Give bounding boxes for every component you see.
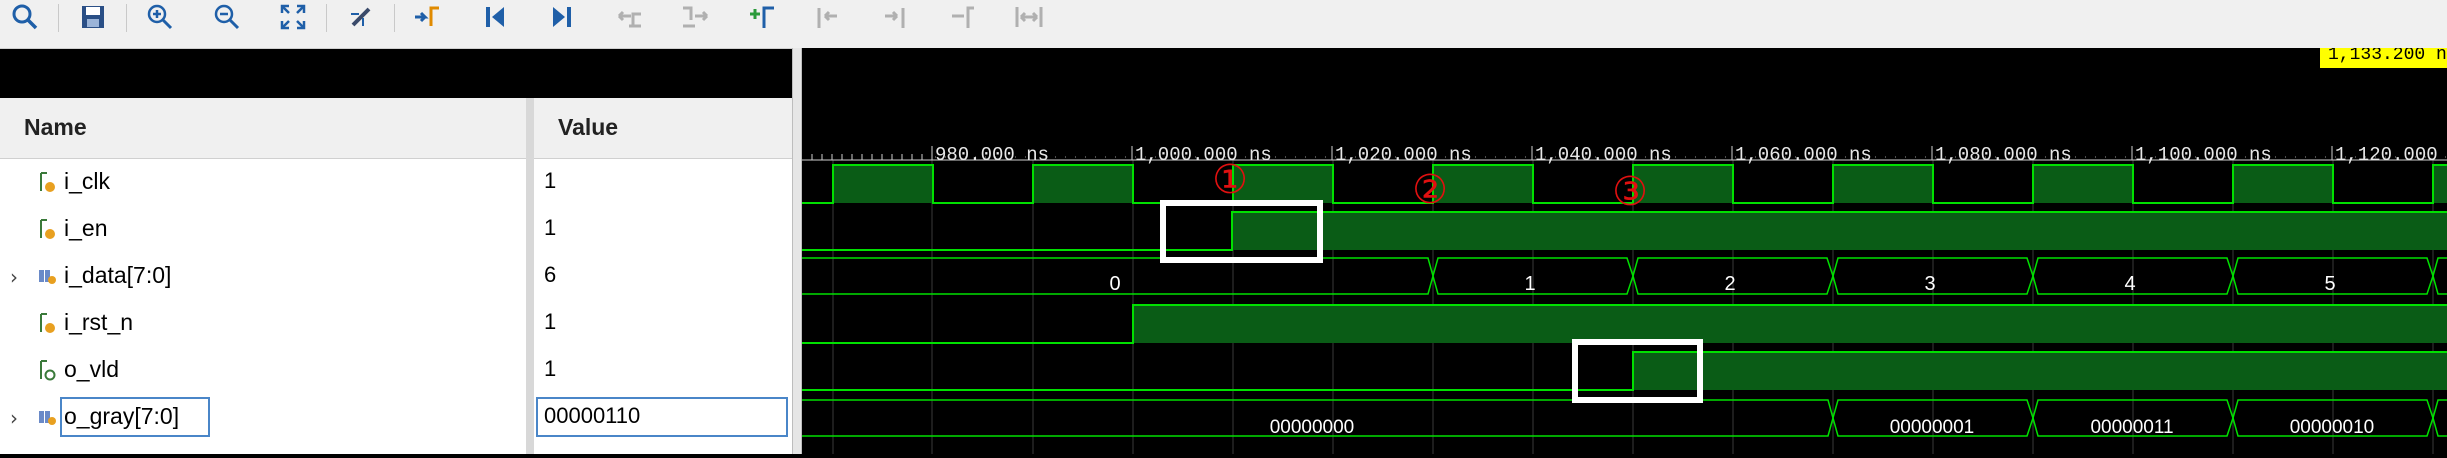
signal-row-i-rst-n[interactable]: i_rst_n: [0, 300, 526, 347]
signal-row-i-en[interactable]: i_en: [0, 206, 526, 253]
zoom-out-icon[interactable]: [210, 0, 244, 34]
snap-icon[interactable]: [344, 0, 378, 34]
value-row: 1: [534, 300, 792, 347]
toolbar: [0, 0, 2447, 49]
save-icon[interactable]: [76, 0, 110, 34]
time-ruler: 980.000 ns 1,000.000 ns 1,020.000 ns 1,0…: [802, 144, 2447, 166]
go-to-cursor-icon[interactable]: [410, 0, 444, 34]
zoom-fit-icon[interactable]: [276, 0, 310, 34]
waveform-i-rst-n: [802, 304, 2447, 344]
bus-value-label: 0: [1109, 273, 1120, 295]
bus-value-label: 00000010: [2290, 417, 2375, 438]
bit-icon: [40, 313, 55, 333]
signal-value: 6: [544, 262, 557, 287]
bus-value-label: 00000001: [1890, 417, 1975, 438]
signal-name: i_rst_n: [64, 309, 134, 335]
signal-name: o_gray[7:0]: [64, 403, 180, 429]
signal-name: i_en: [64, 215, 108, 241]
value-header-label: Value: [558, 114, 619, 140]
tick-label: 1,020.000 ns: [1335, 144, 1472, 166]
bus-icon: [39, 270, 56, 284]
go-to-last-time-icon[interactable]: [545, 0, 579, 34]
expand-arrow-icon[interactable]: ›: [10, 265, 18, 289]
bus-icon: [39, 411, 56, 425]
signal-name: i_data[7:0]: [64, 262, 172, 288]
signal-row-i-data[interactable]: › i_data[7:0]: [0, 253, 526, 300]
waveform-i-data: 0 1 2 3 4 5: [802, 257, 2447, 295]
bus-value-label: 2: [1724, 273, 1735, 295]
tick-label: 980.000 ns: [935, 144, 1049, 166]
signal-value-list: 1 1 6 1 1 00000110: [534, 159, 792, 454]
value-row: 1: [534, 159, 792, 206]
previous-marker-icon[interactable]: [812, 0, 846, 34]
waveform-o-gray: 00000000 00000001 00000011 00000010: [802, 399, 2447, 438]
waveform-o-vld: [802, 351, 2447, 391]
value-row[interactable]: 00000110: [534, 394, 792, 441]
tick-label: 1,100.000 ns: [2135, 144, 2272, 166]
signal-value: 1: [544, 168, 557, 193]
value-row: 1: [534, 206, 792, 253]
signal-name-list: i_clk i_en › i_data[7:0] i_rst_n o_vld ›…: [0, 159, 526, 454]
annotation-label: ①: [1212, 157, 1248, 203]
go-to-time-zero-icon[interactable]: [478, 0, 512, 34]
bus-value-label: 4: [2124, 273, 2135, 295]
waveform-viewer[interactable]: 980.000 ns 1,000.000 ns 1,020.000 ns 1,0…: [802, 48, 2447, 454]
cursor-distance-icon[interactable]: [1012, 0, 1046, 34]
signal-value: 1: [544, 309, 557, 334]
signal-value: 00000110: [544, 403, 641, 428]
name-header-label: Name: [24, 114, 87, 140]
bus-value-label: 3: [1924, 273, 1935, 295]
bus-value-label: 5: [2324, 273, 2335, 295]
signal-name: i_clk: [64, 168, 111, 194]
annotation-label: ③: [1612, 169, 1648, 215]
value-column-header[interactable]: Value: [534, 98, 792, 159]
name-column-header[interactable]: Name: [0, 98, 526, 159]
cursor-time-readout: 1,133.200 ns: [2320, 48, 2447, 68]
bit-out-icon: [40, 360, 56, 381]
value-row: 1: [534, 347, 792, 394]
next-marker-icon[interactable]: [878, 0, 912, 34]
tick-label: 1,060.000 ns: [1735, 144, 1872, 166]
value-row: 6: [534, 253, 792, 300]
bus-value-label: 00000000: [1270, 417, 1355, 438]
waveform-i-en: [802, 211, 2447, 251]
signal-row-i-clk[interactable]: i_clk: [0, 159, 526, 206]
previous-transition-icon[interactable]: [612, 0, 646, 34]
annotation-label: ②: [1412, 167, 1448, 213]
column-divider[interactable]: [526, 98, 534, 454]
expand-arrow-icon[interactable]: ›: [10, 406, 18, 430]
signal-row-o-gray[interactable]: › o_gray[7:0]: [0, 394, 526, 441]
signal-name: o_vld: [64, 356, 119, 382]
bus-value-label: 00000011: [2090, 417, 2173, 438]
bit-icon: [40, 219, 55, 239]
next-transition-icon[interactable]: [678, 0, 712, 34]
tick-label: 1,040.000 ns: [1535, 144, 1672, 166]
signal-row-o-vld[interactable]: o_vld: [0, 347, 526, 394]
tick-label: 1,000.000 ns: [1135, 144, 1272, 166]
signal-value: 1: [544, 356, 557, 381]
add-marker-icon[interactable]: [745, 0, 779, 34]
bus-value-label: 1: [1524, 273, 1535, 295]
zoom-in-icon[interactable]: [143, 0, 177, 34]
signal-value: 1: [544, 215, 557, 240]
bit-icon: [40, 172, 55, 192]
swap-cursors-icon[interactable]: [945, 0, 979, 34]
tick-label: 1,120.000 ns: [2335, 144, 2447, 166]
panel-splitter[interactable]: [792, 48, 802, 454]
search-icon[interactable]: [8, 0, 42, 34]
tick-label: 1,080.000 ns: [1935, 144, 2072, 166]
